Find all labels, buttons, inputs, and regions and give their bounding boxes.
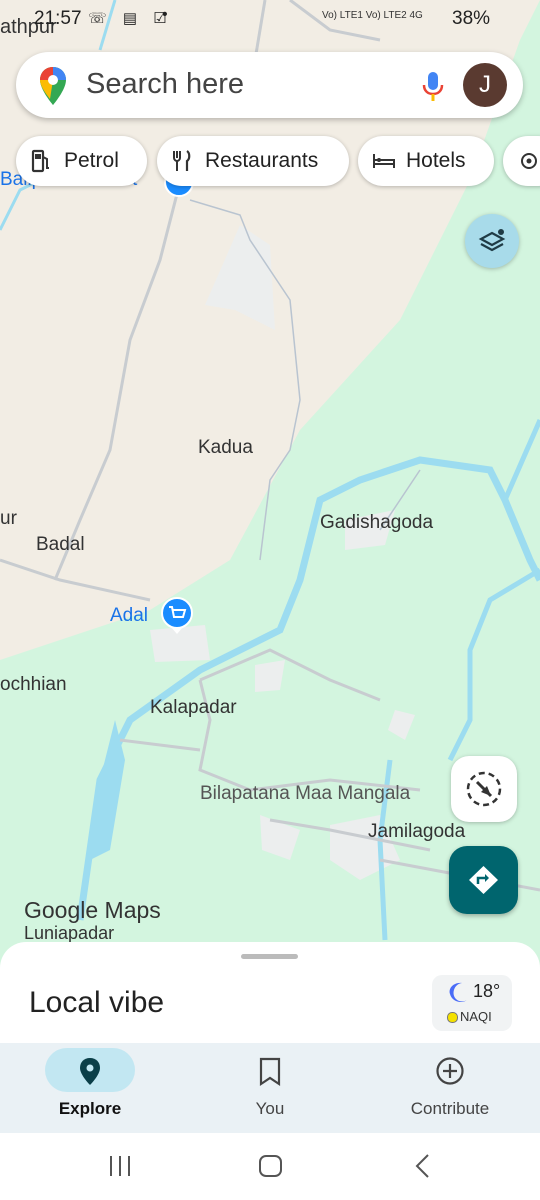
bookmark-icon — [259, 1057, 281, 1087]
fuel-icon — [31, 149, 49, 173]
chip-petrol-label: Petrol — [64, 149, 119, 172]
chip-hotels-label: Hotels — [406, 149, 466, 172]
map-label-ur[interactable]: ur — [0, 508, 17, 530]
notification-icons: ☏ ▤ ☑ — [88, 10, 173, 27]
nav-explore-label: Explore — [58, 1099, 122, 1118]
directions-icon — [469, 866, 498, 894]
microphone-icon[interactable] — [420, 70, 446, 104]
map-label-badal[interactable]: Badal — [36, 534, 85, 556]
map-label-kalapadar[interactable]: Kalapadar — [150, 697, 237, 719]
map-label-jamilagoda[interactable]: Jamilagoda — [368, 821, 465, 843]
moon-icon — [449, 982, 467, 1002]
chip-restaurants[interactable]: Restaurants — [157, 136, 349, 186]
add-circle-icon — [436, 1057, 464, 1085]
weather-widget[interactable]: 18° NAQI — [432, 975, 512, 1031]
chip-petrol[interactable]: Petrol — [16, 136, 147, 186]
status-bar: 21:57 ☏ ▤ ☑ • Vo) LTE1 Vo) LTE2 4G 38% — [0, 0, 540, 40]
compass-button[interactable] — [451, 756, 517, 822]
network-indicators: Vo) LTE1 Vo) LTE2 4G — [322, 10, 423, 21]
map-label-kadua[interactable]: Kadua — [198, 437, 253, 459]
map-label-bilapatana[interactable]: Bilapatana Maa Mangala — [200, 783, 410, 805]
aqi-label: NAQI — [460, 1009, 492, 1024]
battery-level: 38% — [452, 8, 491, 29]
back-icon[interactable] — [408, 1151, 438, 1181]
bottom-sheet[interactable]: Local vibe 18° NAQI — [0, 942, 540, 1052]
fork-knife-icon — [173, 150, 191, 171]
map-label-kochhian[interactable]: ochhian — [0, 674, 67, 696]
aqi-indicator-dot — [447, 1012, 458, 1023]
more-notifications-dot: • — [162, 6, 168, 23]
sheet-drag-handle[interactable] — [241, 954, 298, 959]
bed-icon — [373, 154, 395, 168]
system-navigation-bar — [0, 1133, 540, 1200]
directions-button[interactable] — [449, 846, 518, 914]
amusement-icon — [521, 153, 537, 169]
map-label-gadishagoda[interactable]: Gadishagoda — [320, 512, 433, 534]
layers-button[interactable] — [465, 214, 519, 268]
google-maps-logo: Google Maps — [24, 897, 161, 923]
chip-hotels[interactable]: Hotels — [358, 136, 494, 186]
bottom-navigation: Explore You Contribute — [0, 1043, 540, 1133]
recent-apps-icon[interactable] — [105, 1151, 135, 1181]
location-pin-icon — [80, 1058, 100, 1085]
chip-restaurants-label: Restaurants — [205, 149, 319, 172]
account-avatar[interactable]: J — [463, 63, 507, 107]
google-maps-pin-icon — [40, 67, 66, 105]
nav-you-label: You — [255, 1099, 285, 1118]
home-icon[interactable] — [256, 1151, 286, 1181]
search-bar[interactable]: Search here J — [16, 52, 523, 118]
nav-contribute-label: Contribute — [410, 1099, 490, 1118]
nav-explore[interactable]: Explore — [0, 1043, 180, 1133]
sheet-title: Local vibe — [29, 986, 165, 1019]
layers-icon — [478, 229, 506, 252]
map-label-adal[interactable]: Adal — [110, 605, 148, 627]
compass-icon — [466, 771, 502, 807]
weather-temperature: 18° — [473, 981, 501, 1001]
status-time: 21:57 — [34, 8, 82, 29]
nav-contribute[interactable]: Contribute — [360, 1043, 540, 1133]
map-label-luniapadar[interactable]: Luniapadar — [24, 923, 114, 944]
nav-you[interactable]: You — [180, 1043, 360, 1133]
search-input[interactable]: Search here — [86, 68, 244, 101]
